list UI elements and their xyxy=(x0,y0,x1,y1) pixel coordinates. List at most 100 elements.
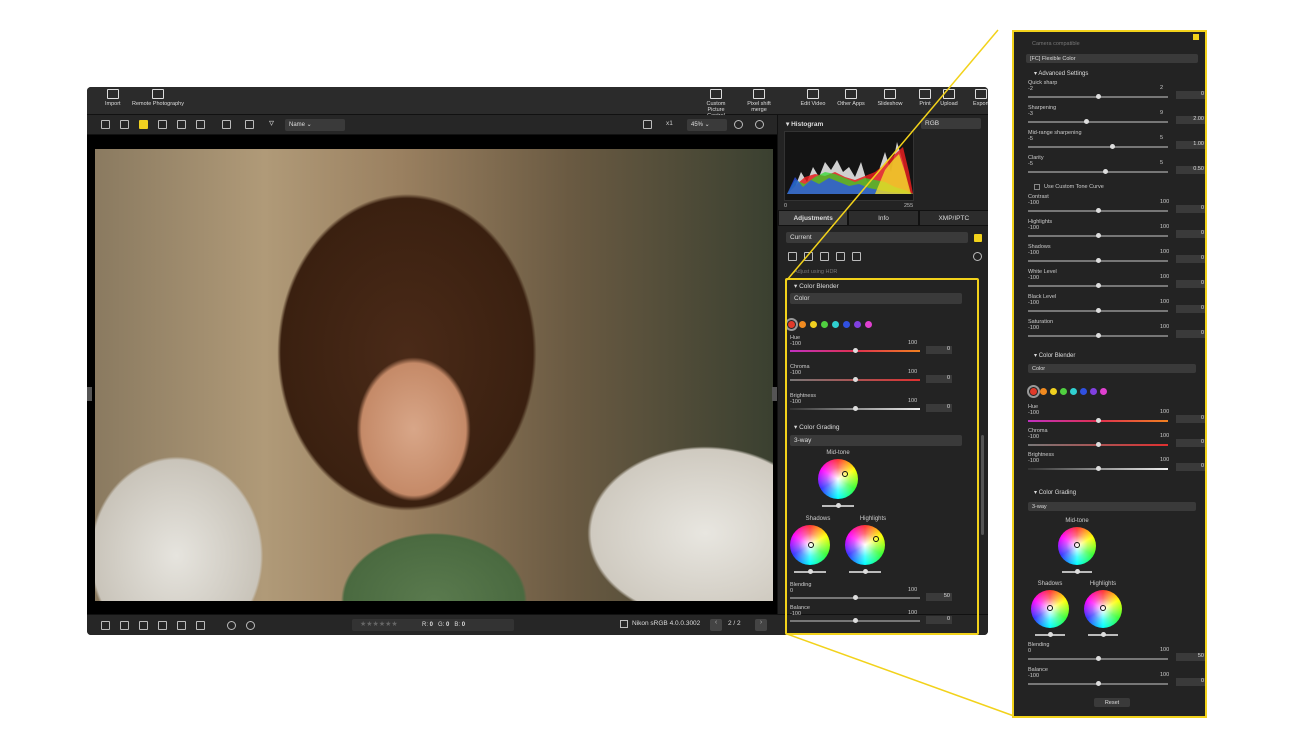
zoom-grading-slider-value-0[interactable]: 50 xyxy=(1176,653,1205,661)
toolbar-right-button-2[interactable]: Edit Video xyxy=(793,89,833,107)
zoom-wheel-handle-1[interactable] xyxy=(1047,605,1053,611)
rotate-left-icon[interactable] xyxy=(227,621,236,630)
panel-scrollbar[interactable] xyxy=(981,435,984,535)
tone-curve-label[interactable]: Use Custom Tone Curve xyxy=(1044,184,1104,190)
zoom-in-icon[interactable] xyxy=(755,120,764,129)
zoom-adv-slider-knob-1[interactable] xyxy=(1084,119,1090,124)
zoom-blender-slider-knob-2[interactable] xyxy=(1095,466,1101,471)
tab-info[interactable]: Info xyxy=(848,210,919,226)
multi-view-icon[interactable] xyxy=(177,120,186,129)
zoom-adv-slider-knob-2[interactable] xyxy=(1109,144,1115,149)
preset-checkbox[interactable] xyxy=(974,234,982,242)
toolbar-right-button-4[interactable]: Slideshow xyxy=(870,89,910,107)
prev-image-button[interactable]: ‹ xyxy=(710,619,722,631)
tool-icon-4[interactable] xyxy=(836,252,845,261)
zoom-multiplier[interactable]: x1 xyxy=(666,120,673,127)
zoom-adv-slider-track-2[interactable] xyxy=(1028,146,1168,148)
left-collapse-handle[interactable] xyxy=(87,387,92,401)
next-image-button[interactable]: › xyxy=(755,619,767,631)
sort-select[interactable]: Name ⌄ xyxy=(285,119,345,131)
wheel-handle-0[interactable] xyxy=(842,471,848,477)
zoom-grading-slider-knob-0[interactable] xyxy=(1095,656,1101,661)
zoom-color-blender-select[interactable]: Color xyxy=(1028,364,1196,373)
advanced-settings-header[interactable]: ▾ Advanced Settings xyxy=(1034,70,1088,77)
zoom-blender-slider-value-0[interactable]: 0 xyxy=(1176,415,1205,423)
toolbar-button-0[interactable]: Import xyxy=(105,89,121,107)
zoom-wheel-slider-knob-0[interactable] xyxy=(1075,569,1080,574)
zoom-color-blender-header[interactable]: ▾ Color Blender xyxy=(1034,352,1075,359)
zoom-tone-slider-value-0[interactable]: 0 xyxy=(1176,205,1205,213)
settings-gear-icon[interactable] xyxy=(973,252,982,261)
zoom-tone-slider-knob-2[interactable] xyxy=(1095,258,1101,263)
zoom-tone-slider-knob-1[interactable] xyxy=(1095,233,1101,238)
wheel-handle-2[interactable] xyxy=(873,536,879,542)
wheel-handle-1[interactable] xyxy=(808,542,814,548)
zoom-wheel-slider-knob-2[interactable] xyxy=(1101,632,1106,637)
filter-icon[interactable]: ▿ xyxy=(269,118,274,129)
tool-icon-1[interactable] xyxy=(788,252,797,261)
zoom-tone-slider-value-4[interactable]: 0 xyxy=(1176,305,1205,313)
split-view-icon[interactable] xyxy=(196,120,205,129)
zoom-blender-slider-knob-1[interactable] xyxy=(1095,442,1101,447)
rotate-right-icon[interactable] xyxy=(246,621,255,630)
zoom-adv-slider-knob-3[interactable] xyxy=(1102,169,1108,174)
zoom-tone-slider-knob-3[interactable] xyxy=(1095,283,1101,288)
preset-select[interactable]: Current xyxy=(786,232,968,243)
zoom-color-swatch-6[interactable] xyxy=(1090,388,1097,395)
tool-icon-5[interactable] xyxy=(852,252,861,261)
zoom-color-swatch-1[interactable] xyxy=(1040,388,1047,395)
zoom-color-swatch-3[interactable] xyxy=(1060,388,1067,395)
zoom-reset-button[interactable]: Reset xyxy=(1094,698,1130,707)
picture-control-select[interactable]: [FC] Flexible Color xyxy=(1026,54,1198,63)
zoom-grading-slider-value-1[interactable]: 0 xyxy=(1176,678,1205,686)
zoom-adv-slider-knob-0[interactable] xyxy=(1095,94,1101,99)
fit-icon[interactable] xyxy=(245,120,254,129)
zoom-color-swatch-5[interactable] xyxy=(1080,388,1087,395)
toolbar-right-button-3[interactable]: Other Apps xyxy=(831,89,871,107)
zoom-color-grading-select[interactable]: 3-way xyxy=(1028,502,1196,511)
list-view-icon[interactable] xyxy=(120,120,129,129)
tab-xmpiptc[interactable]: XMP/IPTC xyxy=(918,210,988,226)
zoom-grading-slider-knob-1[interactable] xyxy=(1095,681,1101,686)
zoom-select[interactable]: 45% ⌄ xyxy=(687,119,727,131)
histogram-toggle-icon[interactable] xyxy=(196,621,205,630)
arrange-icon[interactable] xyxy=(222,120,231,129)
zoom-color-swatch-4[interactable] xyxy=(1070,388,1077,395)
zoom-wheel-handle-0[interactable] xyxy=(1074,542,1080,548)
rating-stars[interactable]: ★★★★★★ xyxy=(360,620,398,628)
zoom-blender-slider-knob-0[interactable] xyxy=(1095,418,1101,423)
zoom-checkbox[interactable] xyxy=(1193,34,1199,40)
zoom-blender-slider-value-2[interactable]: 0 xyxy=(1176,463,1205,471)
zoom-wheel-handle-2[interactable] xyxy=(1100,605,1106,611)
zoom-adv-slider-track-3[interactable] xyxy=(1028,171,1168,173)
histogram-header[interactable]: ▾ Histogram xyxy=(786,120,823,128)
zoom-adv-slider-value-0[interactable]: 0 xyxy=(1176,91,1205,99)
toolbar-right-button-7[interactable]: Export xyxy=(961,89,988,107)
tab-adjustments[interactable]: Adjustments xyxy=(778,210,849,226)
zoom-adv-slider-value-1[interactable]: 2.00 xyxy=(1176,116,1205,124)
zoom-adv-slider-value-3[interactable]: 0.50 xyxy=(1176,166,1205,174)
zoom-tone-slider-knob-5[interactable] xyxy=(1095,333,1101,338)
zoom-adv-slider-track-1[interactable] xyxy=(1028,121,1168,123)
tool-icon-3[interactable] xyxy=(820,252,829,261)
grid-view-icon[interactable] xyxy=(101,120,110,129)
zoom-tone-slider-value-1[interactable]: 0 xyxy=(1176,230,1205,238)
zoom-adv-slider-value-2[interactable]: 1.00 xyxy=(1176,141,1205,149)
layout-icon-4[interactable] xyxy=(158,621,167,630)
adjust-hdr-label[interactable]: Adjust using HDR xyxy=(794,269,837,275)
tone-curve-checkbox[interactable] xyxy=(1034,184,1040,190)
zoom-tone-slider-value-3[interactable]: 0 xyxy=(1176,280,1205,288)
layout-icon-1[interactable] xyxy=(101,621,110,630)
zoom-tone-slider-knob-0[interactable] xyxy=(1095,208,1101,213)
zoom-color-grading-header[interactable]: ▾ Color Grading xyxy=(1034,489,1076,496)
viewer-icon[interactable] xyxy=(139,120,148,129)
zoom-color-swatch-0[interactable] xyxy=(1027,385,1040,398)
compare-icon[interactable] xyxy=(158,120,167,129)
zoom-tone-slider-value-2[interactable]: 0 xyxy=(1176,255,1205,263)
layout-icon-5[interactable] xyxy=(177,621,186,630)
fit-screen-icon[interactable] xyxy=(643,120,652,129)
zoom-tone-slider-value-5[interactable]: 0 xyxy=(1176,330,1205,338)
histogram-channel-select[interactable]: RGB xyxy=(921,118,981,129)
zoom-color-swatch-2[interactable] xyxy=(1050,388,1057,395)
layout-icon-2[interactable] xyxy=(120,621,129,630)
